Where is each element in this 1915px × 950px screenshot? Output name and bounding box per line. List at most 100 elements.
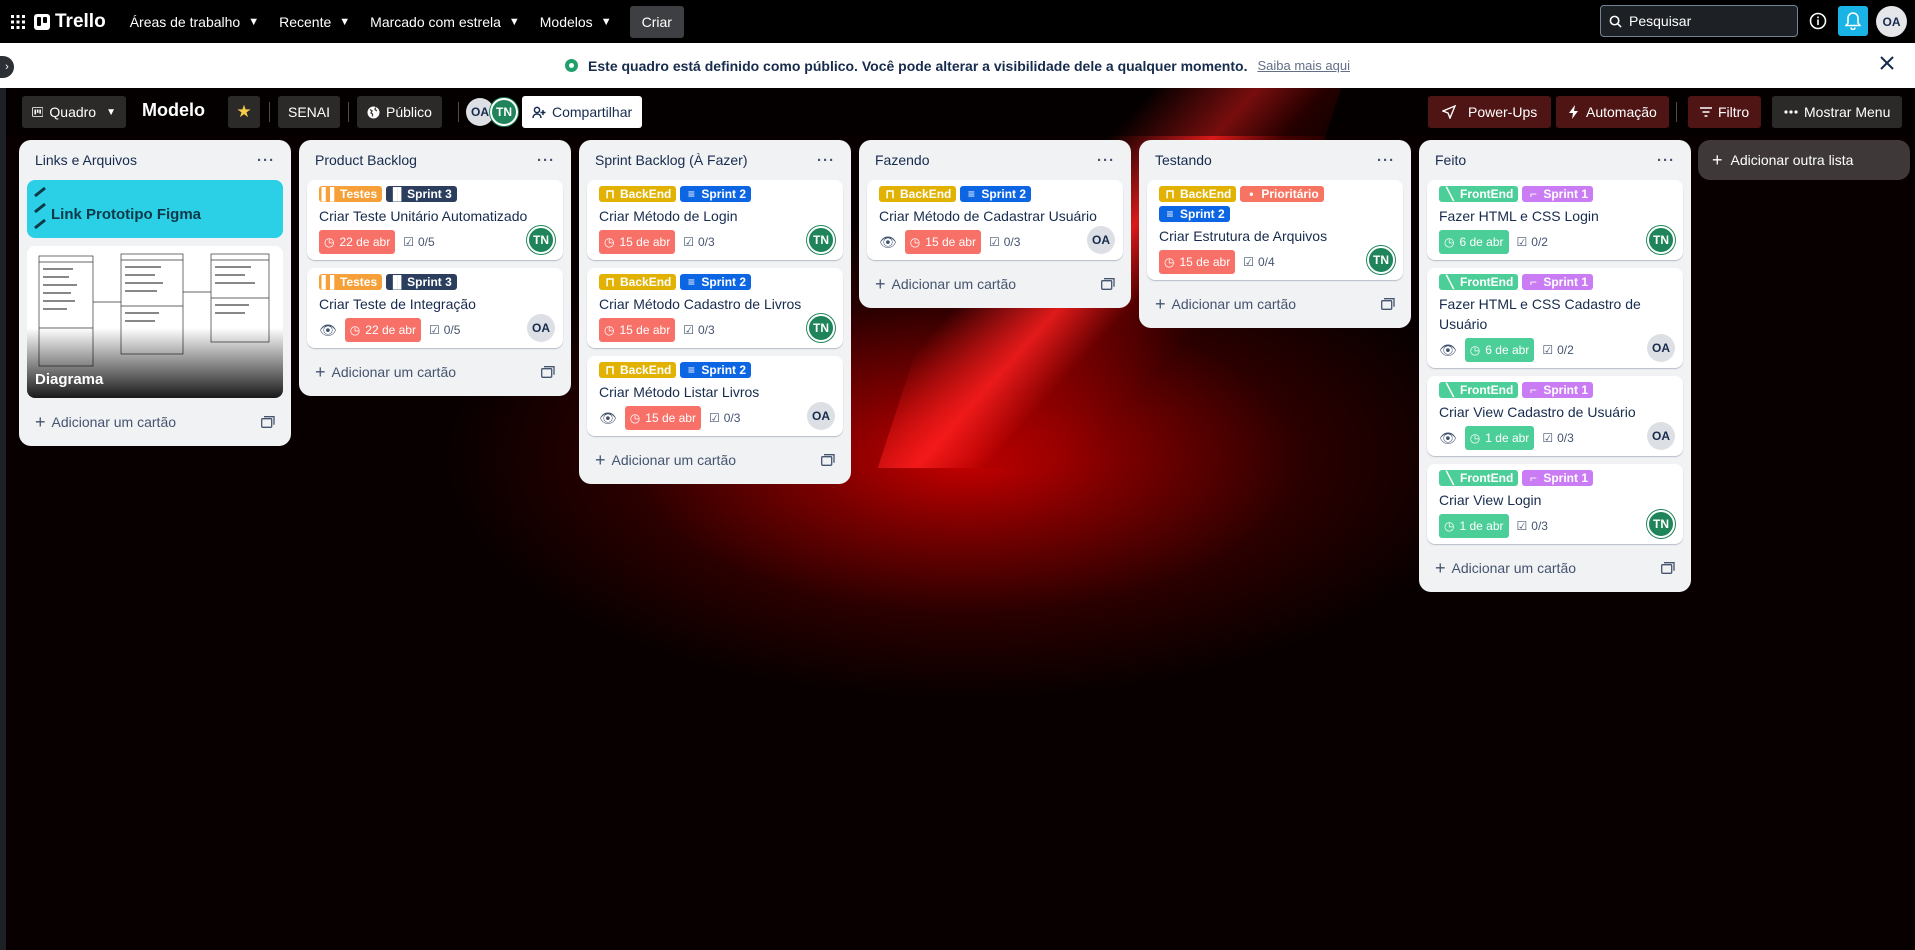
card-member-avatar[interactable]: OA: [807, 402, 835, 430]
label-sprint1[interactable]: ⌐ Sprint 1: [1522, 186, 1593, 202]
card-member-avatar[interactable]: OA: [1647, 422, 1675, 450]
app-switcher-icon[interactable]: [2, 6, 34, 38]
label-sprint1[interactable]: ⌐ Sprint 1: [1522, 274, 1593, 290]
list-title[interactable]: Sprint Backlog (À Fazer): [595, 152, 748, 168]
label-sprint3[interactable]: ▐▌ Sprint 3: [386, 274, 457, 290]
label-sprint2[interactable]: ≡ Sprint 2: [960, 186, 1032, 202]
label-frontend[interactable]: ╲ FrontEnd: [1439, 186, 1519, 202]
list-actions-icon[interactable]: ···: [537, 152, 555, 169]
workspace-button[interactable]: SENAI: [278, 96, 341, 128]
show-menu-button[interactable]: Mostrar Menu: [1772, 96, 1903, 128]
create-button[interactable]: Criar: [629, 5, 684, 38]
close-icon[interactable]: [1879, 55, 1895, 71]
due-date-badge[interactable]: ◷ 22 de abr: [319, 230, 396, 254]
list-title[interactable]: Feito: [1435, 152, 1466, 168]
label-backend[interactable]: ⊓ BackEnd: [1159, 186, 1237, 202]
add-card-button[interactable]: + Adicionar um cartão: [1147, 288, 1403, 320]
card[interactable]: ╲ FrontEnd ⌐ Sprint 1 Criar View Cadastro d…: [1427, 376, 1683, 456]
add-card-button[interactable]: + Adicionar um cartão: [1427, 552, 1683, 584]
figma-link-card[interactable]: Link Prototipo Figma: [27, 180, 283, 238]
label-backend[interactable]: ⊓ BackEnd: [879, 186, 957, 202]
nav-workspaces[interactable]: Áreas de trabalho ▼: [120, 6, 269, 38]
due-date-badge[interactable]: ◷ 15 de abr: [599, 318, 676, 342]
diagram-card[interactable]: Diagrama: [27, 246, 283, 398]
list-title[interactable]: Product Backlog: [315, 152, 417, 168]
label-sprint1[interactable]: ⌐ Sprint 1: [1522, 382, 1593, 398]
notifications-bell-icon[interactable]: [1838, 6, 1868, 36]
card-member-avatar[interactable]: TN: [1647, 226, 1675, 254]
list-title[interactable]: Testando: [1155, 152, 1212, 168]
card[interactable]: ▌▌ Testes ▐▌ Sprint 3 Criar Teste de Integr…: [307, 268, 563, 348]
label-sprint2[interactable]: ≡ Sprint 2: [680, 274, 752, 290]
view-switcher-button[interactable]: Quadro ▼: [22, 96, 126, 128]
search-input[interactable]: Pesquisar: [1600, 5, 1798, 37]
template-icon[interactable]: [1381, 298, 1395, 310]
due-date-badge[interactable]: ◷ 15 de abr: [599, 230, 676, 254]
due-date-badge[interactable]: ◷ 1 de abr: [1439, 514, 1509, 538]
nav-templates[interactable]: Modelos ▼: [530, 6, 622, 38]
template-icon[interactable]: [821, 454, 835, 466]
card-member-avatar[interactable]: TN: [807, 314, 835, 342]
card-member-avatar[interactable]: OA: [1647, 334, 1675, 362]
add-card-button[interactable]: + Adicionar um cartão: [867, 268, 1123, 300]
template-icon[interactable]: [261, 416, 275, 428]
card-member-avatar[interactable]: TN: [807, 226, 835, 254]
visibility-button[interactable]: Público: [357, 96, 442, 128]
label-backend[interactable]: ⊓ BackEnd: [599, 274, 677, 290]
card[interactable]: ▌▌ Testes ▐▌ Sprint 3 Criar Teste Unitário …: [307, 180, 563, 260]
label-frontend[interactable]: ╲ FrontEnd: [1439, 470, 1519, 486]
card[interactable]: ╲ FrontEnd ⌐ Sprint 1 Fazer HTML e CSS Cada…: [1427, 268, 1683, 368]
add-list-button[interactable]: + Adicionar outra lista: [1698, 140, 1910, 180]
nav-recent[interactable]: Recente ▼: [269, 6, 360, 38]
label-sprint2[interactable]: ≡ Sprint 2: [680, 186, 752, 202]
card[interactable]: ╲ FrontEnd ⌐ Sprint 1 Fazer HTML e CSS Logi…: [1427, 180, 1683, 260]
label-frontend[interactable]: ╲ FrontEnd: [1439, 274, 1519, 290]
card[interactable]: ⊓ BackEnd ≡ Sprint 2 Criar Método Cadastro …: [587, 268, 843, 348]
learn-more-link[interactable]: Saiba mais aqui: [1257, 58, 1350, 73]
card-member-avatar[interactable]: TN: [1647, 510, 1675, 538]
card[interactable]: ⊓ BackEnd ≡ Sprint 2 Criar Método de Login …: [587, 180, 843, 260]
card-member-avatar[interactable]: OA: [527, 314, 555, 342]
power-ups-button[interactable]: Power-Ups: [1428, 96, 1552, 128]
card-member-avatar[interactable]: TN: [1367, 246, 1395, 274]
card[interactable]: ╲ FrontEnd ⌐ Sprint 1 Criar View Login ◷ 1 d…: [1427, 464, 1683, 544]
list-actions-icon[interactable]: ···: [1097, 152, 1115, 169]
card-member-avatar[interactable]: TN: [527, 226, 555, 254]
add-card-button[interactable]: + Adicionar um cartão: [307, 356, 563, 388]
label-sprint1[interactable]: ⌐ Sprint 1: [1522, 470, 1593, 486]
label-sprint2[interactable]: ≡ Sprint 2: [680, 362, 752, 378]
label-frontend[interactable]: ╲ FrontEnd: [1439, 382, 1519, 398]
due-date-badge[interactable]: ◷ 15 de abr: [624, 406, 701, 430]
list-actions-icon[interactable]: ···: [257, 152, 275, 169]
due-date-badge[interactable]: ◷ 6 de abr: [1464, 338, 1535, 362]
template-icon[interactable]: [1101, 278, 1115, 290]
nav-starred[interactable]: Marcado com estrela ▼: [360, 6, 530, 38]
label-testes[interactable]: ▌▌ Testes: [319, 186, 383, 202]
due-date-badge[interactable]: ◷ 22 de abr: [344, 318, 421, 342]
member-avatar[interactable]: TN: [490, 98, 518, 126]
add-card-button[interactable]: + Adicionar um cartão: [587, 444, 843, 476]
template-icon[interactable]: [1661, 562, 1675, 574]
due-date-badge[interactable]: ◷ 15 de abr: [1159, 250, 1236, 274]
template-icon[interactable]: [541, 366, 555, 378]
trello-logo[interactable]: Trello: [34, 11, 106, 33]
board-title[interactable]: Modelo: [142, 100, 205, 121]
user-avatar[interactable]: OA: [1876, 6, 1907, 37]
label-sprint3[interactable]: ▐▌ Sprint 3: [386, 186, 457, 202]
automation-button[interactable]: Automação: [1556, 96, 1669, 128]
list-actions-icon[interactable]: ···: [817, 152, 835, 169]
list-actions-icon[interactable]: ···: [1657, 152, 1675, 169]
label-sprint2[interactable]: ≡ Sprint 2: [1159, 206, 1230, 222]
add-card-button[interactable]: + Adicionar um cartão: [27, 406, 283, 438]
card[interactable]: ⊓ BackEnd ≡ Sprint 2 Criar Método de Cadast…: [867, 180, 1123, 260]
card[interactable]: ⊓ BackEnd • Prioritário ≡ Sprint 2 Criar Estr…: [1147, 180, 1403, 280]
card-member-avatar[interactable]: OA: [1087, 226, 1115, 254]
list-title[interactable]: Fazendo: [875, 152, 929, 168]
card[interactable]: ⊓ BackEnd ≡ Sprint 2 Criar Método Listar Li…: [587, 356, 843, 436]
due-date-badge[interactable]: ◷ 6 de abr: [1439, 230, 1509, 254]
label-priority[interactable]: • Prioritário: [1240, 186, 1324, 202]
due-date-badge[interactable]: ◷ 15 de abr: [904, 230, 981, 254]
label-testes[interactable]: ▌▌ Testes: [319, 274, 383, 290]
info-icon[interactable]: [1803, 6, 1833, 36]
list-actions-icon[interactable]: ···: [1377, 152, 1395, 169]
